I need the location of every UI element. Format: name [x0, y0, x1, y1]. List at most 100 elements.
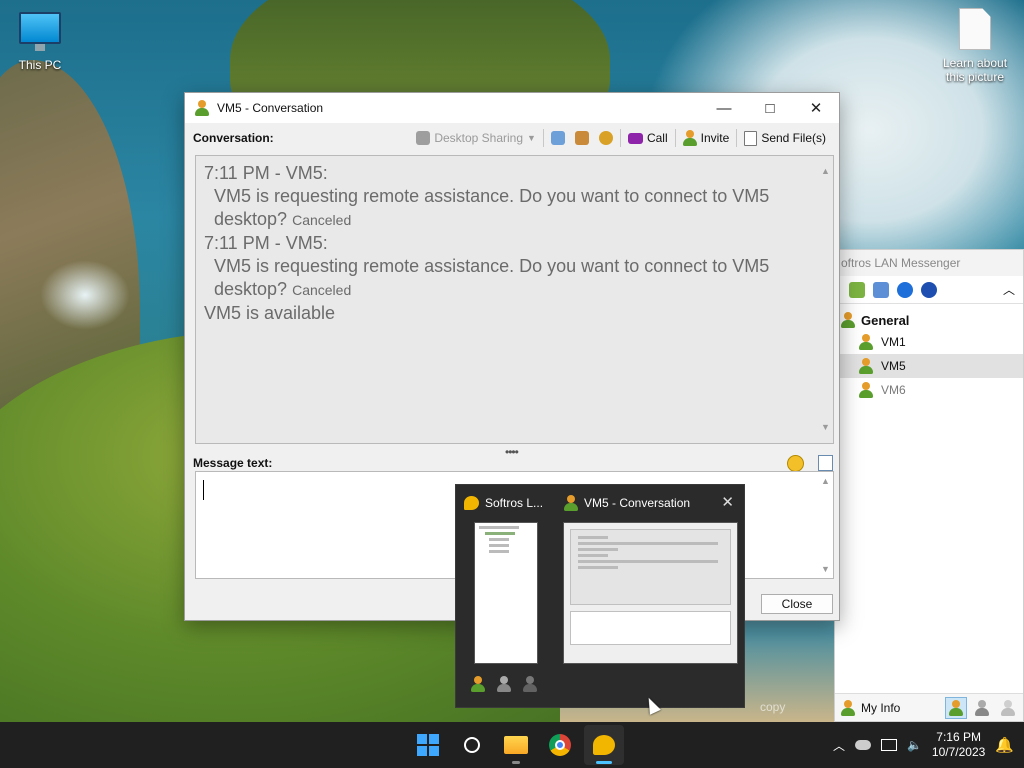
- send-files-button[interactable]: Send File(s): [739, 127, 831, 149]
- toolbar-separator: [619, 129, 621, 147]
- user-name: VM6: [881, 383, 906, 397]
- minimize-button[interactable]: —: [701, 93, 747, 123]
- message-text-cont: desktop? Canceled: [204, 208, 811, 232]
- users-info-button[interactable]: [570, 127, 594, 149]
- softros-chat-icon: [464, 496, 479, 510]
- preview-thumbnail-conversation[interactable]: [563, 522, 738, 664]
- preview-tab-conversation[interactable]: VM5 - Conversation: [564, 485, 690, 521]
- wallpaper-watermark: copy: [760, 700, 786, 714]
- preview-thumbnail-softros[interactable]: [474, 522, 538, 664]
- softros-toolbar: ︿: [835, 276, 1023, 304]
- send-file-icon: [744, 130, 758, 146]
- desktop-icon-this-pc[interactable]: This PC: [0, 12, 80, 72]
- conversation-label: Conversation:: [193, 131, 274, 145]
- document-icon: [959, 8, 991, 50]
- chevron-up-icon[interactable]: ︿: [833, 737, 845, 754]
- scroll-down-arrow[interactable]: ▼: [821, 564, 830, 574]
- volume-icon[interactable]: 🔈: [907, 738, 922, 752]
- invite-user-icon: [682, 130, 697, 146]
- user-item-vm1[interactable]: VM1: [835, 330, 1023, 354]
- conversation-titlebar[interactable]: VM5 - Conversation — □ ✕: [185, 93, 839, 123]
- status-offline-button[interactable]: [997, 697, 1019, 719]
- chrome-icon: [549, 734, 571, 756]
- user-name: VM5: [881, 359, 906, 373]
- monitor-icon: [19, 12, 61, 51]
- my-info-icon: [841, 699, 855, 716]
- conversation-app-icon: [195, 100, 209, 116]
- info-icon[interactable]: [921, 281, 937, 298]
- user-online-icon: [859, 382, 873, 398]
- availability-notice: VM5 is available: [204, 303, 336, 323]
- book-icon: [550, 131, 565, 145]
- input-scrollbar[interactable]: ▲ ▼: [817, 472, 833, 578]
- scroll-up-arrow[interactable]: ▲: [821, 160, 830, 183]
- onedrive-icon[interactable]: [854, 740, 871, 750]
- taskbar-apps: [408, 722, 624, 768]
- wallpaper-surf: [40, 260, 130, 330]
- user-name: VM1: [881, 335, 906, 349]
- status-online-icon[interactable]: [468, 673, 488, 695]
- conversation-history[interactable]: 7:11 PM - VM5: VM5 is requesting remote …: [195, 155, 834, 444]
- group-users-icon: [841, 312, 855, 328]
- user-online-icon: [859, 358, 873, 374]
- conversation-toolbar: Desktop Sharing ▼ Call Invite Send File(…: [411, 127, 839, 149]
- contacts-icon: [574, 131, 589, 145]
- folder-icon[interactable]: [849, 281, 865, 298]
- book-icon[interactable]: [873, 281, 889, 298]
- message-header: 7:11 PM - VM5:: [204, 233, 328, 253]
- send-files-label: Send File(s): [761, 131, 826, 145]
- message-text: VM5 is requesting remote assistance. Do …: [214, 186, 770, 206]
- close-window-button[interactable]: ✕: [793, 93, 839, 123]
- chevron-up-icon[interactable]: ︿: [1003, 281, 1015, 298]
- user-item-vm6[interactable]: VM6: [835, 378, 1023, 402]
- status-online-button[interactable]: [945, 696, 967, 719]
- history-scrollbar[interactable]: ▲ ▼: [817, 156, 833, 443]
- desktop-icon-label: Learn about this picture: [942, 56, 1008, 84]
- softros-chat-icon: [593, 735, 615, 755]
- taskbar: ︿ 🔈 7:16 PM 10/7/2023 🔔: [0, 722, 1024, 768]
- preview-tab-label: Softros L...: [485, 496, 544, 510]
- group-general[interactable]: General: [835, 304, 1023, 330]
- history-button[interactable]: [546, 127, 570, 149]
- toolbar-separator: [736, 129, 738, 147]
- settings-button[interactable]: [594, 127, 618, 149]
- message-text-tail: desktop?: [214, 279, 288, 299]
- preview-tab-label: VM5 - Conversation: [584, 496, 691, 510]
- chevron-down-icon: ▼: [527, 133, 536, 143]
- scroll-up-arrow[interactable]: ▲: [821, 476, 830, 486]
- emoji-icon[interactable]: [787, 454, 804, 472]
- desktop-sharing-label: Desktop Sharing: [434, 131, 524, 145]
- close-button[interactable]: Close: [761, 594, 833, 614]
- system-tray: ︿ 🔈 7:16 PM 10/7/2023 🔔: [833, 722, 1024, 768]
- message-status: Canceled: [292, 212, 352, 228]
- invite-button[interactable]: Invite: [678, 127, 735, 149]
- message-status: Canceled: [292, 282, 352, 298]
- my-info-button[interactable]: My Info: [861, 701, 900, 715]
- clock[interactable]: 7:16 PM 10/7/2023: [932, 730, 985, 760]
- notification-bell-icon[interactable]: 🔔: [995, 736, 1014, 754]
- call-button[interactable]: Call: [623, 127, 673, 149]
- windows-logo-icon: [417, 734, 439, 756]
- maximize-button[interactable]: □: [747, 93, 793, 123]
- softros-taskbar-button[interactable]: [584, 725, 624, 765]
- status-away-icon[interactable]: [494, 673, 514, 695]
- preview-close-icon[interactable]: ✕: [721, 493, 734, 511]
- message-header: 7:11 PM - VM5:: [204, 163, 328, 183]
- file-explorer-button[interactable]: [496, 725, 536, 765]
- desktop-icon-learn-picture[interactable]: Learn about this picture: [935, 8, 1015, 84]
- message-block: 7:11 PM - VM5: VM5 is requesting remote …: [204, 162, 811, 232]
- softros-main-window: oftros LAN Messenger ︿ General VM1 VM5 V…: [834, 249, 1024, 722]
- user-item-vm5[interactable]: VM5: [835, 354, 1023, 378]
- start-button[interactable]: [408, 725, 448, 765]
- scroll-down-arrow[interactable]: ▼: [821, 416, 830, 439]
- format-text-icon[interactable]: [818, 455, 833, 471]
- status-offline-icon[interactable]: [520, 673, 540, 695]
- search-button[interactable]: [452, 725, 492, 765]
- status-away-button[interactable]: [971, 697, 993, 719]
- call-label: Call: [646, 131, 668, 145]
- network-icon[interactable]: [880, 739, 897, 751]
- preview-tab-softros[interactable]: Softros L...: [464, 485, 543, 521]
- chrome-button[interactable]: [540, 725, 580, 765]
- desktop-sharing-button[interactable]: Desktop Sharing ▼: [411, 127, 541, 149]
- help-icon[interactable]: [897, 281, 913, 298]
